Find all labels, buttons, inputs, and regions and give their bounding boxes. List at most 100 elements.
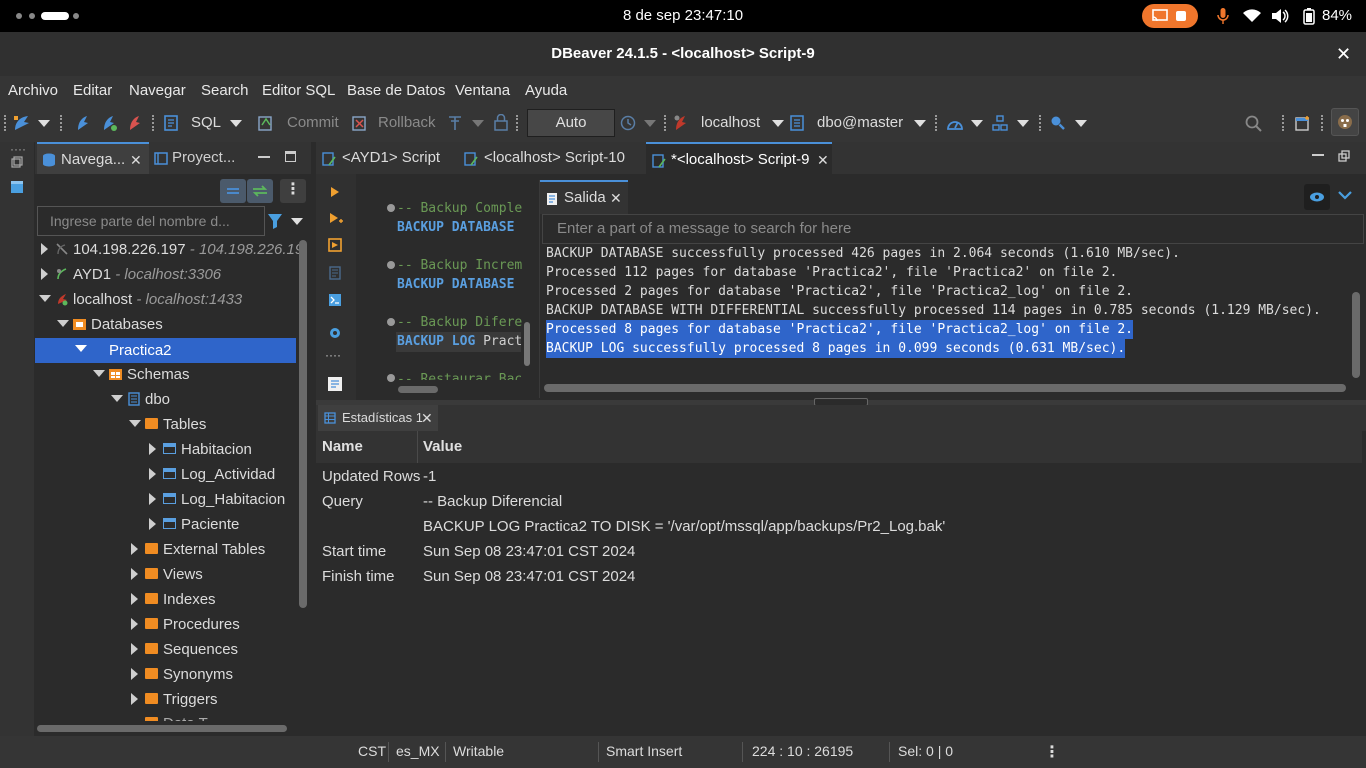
rollback-button[interactable]: Rollback (378, 114, 436, 131)
menu-base-de-datos[interactable]: Base de Datos (347, 82, 445, 99)
editor-vertical-scrollbar[interactable] (524, 322, 530, 366)
menu-navegar[interactable]: Navegar (129, 82, 186, 99)
tab-projects[interactable]: Proyect... (151, 142, 251, 174)
fold-marker[interactable] (387, 374, 395, 382)
execute-statement-icon[interactable] (330, 186, 340, 198)
sql-dropdown[interactable] (230, 120, 242, 127)
column-divider[interactable] (417, 431, 418, 463)
volume-icon[interactable] (1271, 8, 1289, 24)
editor-horizontal-scrollbar[interactable] (398, 386, 438, 393)
tab-ayd1-script[interactable]: <AYD1> Script (320, 142, 455, 174)
output-horizontal-scrollbar[interactable] (544, 384, 1346, 392)
commit-mode-selector[interactable]: Auto (527, 109, 615, 137)
search-db-icon[interactable] (1050, 115, 1066, 131)
close-icon[interactable]: ✕ (817, 144, 829, 176)
sql-button[interactable]: SQL (191, 114, 221, 131)
maximize-icon[interactable] (285, 151, 296, 162)
tab-output[interactable]: Salida ✕ (540, 180, 628, 214)
fold-marker[interactable] (387, 204, 395, 212)
active-datasource-selector[interactable]: localhost (701, 114, 760, 131)
commit-button[interactable]: Commit (287, 114, 339, 131)
erd-dropdown[interactable] (1017, 120, 1029, 127)
navigator-horizontal-scrollbar[interactable] (37, 725, 287, 732)
restore-icon[interactable] (1338, 150, 1350, 162)
navigator-vertical-scrollbar[interactable] (299, 240, 307, 608)
execute-new-tab-icon[interactable] (329, 212, 343, 226)
output-vertical-scrollbar[interactable] (1352, 292, 1360, 378)
lock-icon[interactable] (494, 114, 508, 131)
new-connection-dropdown[interactable] (38, 120, 50, 127)
status-more-icon[interactable]: ⋮ (1044, 742, 1060, 762)
battery-level[interactable]: 84% (1322, 7, 1352, 24)
connect-icon[interactable] (74, 114, 90, 132)
filter-icon[interactable] (267, 213, 283, 229)
minimize-icon[interactable] (1312, 154, 1324, 156)
perspective-icon[interactable] (1295, 115, 1311, 131)
more-icon[interactable]: ···· (325, 348, 341, 362)
menu-search[interactable]: Search (201, 82, 249, 99)
fold-marker[interactable] (387, 261, 395, 269)
fold-marker[interactable] (387, 318, 395, 326)
transaction-mode-icon[interactable] (448, 115, 462, 131)
dashboard-dropdown[interactable] (971, 120, 983, 127)
tab-localhost-script-9[interactable]: *<localhost> Script-9 ✕ (646, 142, 832, 174)
dashboard-icon[interactable] (946, 115, 964, 131)
collapse-all-button[interactable] (220, 179, 246, 203)
microphone-icon[interactable] (1217, 8, 1229, 25)
menu-editor-sql[interactable]: Editor SQL (262, 82, 335, 99)
active-schema-selector[interactable]: dbo@master (817, 114, 903, 131)
search-icon[interactable] (1245, 115, 1263, 133)
transaction-log-dropdown[interactable] (644, 120, 656, 127)
sql-editor-icon[interactable] (164, 115, 178, 131)
transaction-log-icon[interactable] (620, 115, 636, 131)
menu-editar[interactable]: Editar (73, 82, 112, 99)
close-icon[interactable]: ✕ (130, 144, 142, 176)
new-connection-icon[interactable] (12, 114, 32, 132)
column-header-value[interactable]: Value (423, 438, 462, 455)
screen-cast-indicator[interactable] (1142, 4, 1198, 28)
view-menu-button[interactable]: ⋮ (280, 179, 306, 203)
tab-database-navigator[interactable]: Navega... ✕ (37, 142, 149, 174)
wifi-icon[interactable] (1243, 9, 1261, 23)
terminal-icon[interactable] (328, 293, 342, 307)
transaction-mode-dropdown[interactable] (472, 120, 484, 127)
datasource-dropdown[interactable] (772, 120, 784, 127)
menu-ventana[interactable]: Ventana (455, 82, 510, 99)
disconnect-icon[interactable] (126, 114, 144, 132)
battery-icon[interactable] (1303, 8, 1315, 25)
dbeaver-perspective-button[interactable] (1331, 108, 1359, 136)
menu-archivo[interactable]: Archivo (8, 82, 58, 99)
column-header-name[interactable]: Name (322, 438, 363, 455)
restore-icon[interactable] (11, 156, 23, 168)
status-cursor-position[interactable]: 224 : 10 : 26195 (752, 743, 853, 759)
close-icon[interactable]: ✕ (610, 182, 622, 214)
navigator-filter-input[interactable]: Ingrese parte del nombre d... (37, 206, 265, 236)
datasource-icon[interactable] (672, 114, 688, 132)
erd-icon[interactable] (992, 115, 1008, 131)
explain-plan-icon[interactable] (328, 266, 342, 280)
minimize-icon[interactable] (258, 156, 270, 158)
link-editor-button[interactable] (247, 179, 273, 203)
window-close-button[interactable]: ✕ (1336, 44, 1351, 65)
commit-icon[interactable] (258, 115, 274, 131)
invalidate-icon[interactable] (100, 114, 118, 132)
output-search-input[interactable]: Enter a part of a message to search for … (542, 214, 1364, 244)
settings-icon[interactable] (328, 326, 342, 340)
schema-icon[interactable] (790, 115, 804, 131)
rollback-icon[interactable] (352, 115, 368, 131)
tab-localhost-script-10[interactable]: <localhost> Script-10 (462, 142, 642, 174)
tab-statistics-1[interactable]: Estadísticas 1 ✕ (318, 405, 438, 431)
close-icon[interactable]: ✕ (421, 405, 433, 431)
chevron-down-icon[interactable] (1338, 190, 1352, 200)
execute-script-icon[interactable] (328, 238, 342, 252)
window-title-bar[interactable]: DBeaver 24.1.5 - <localhost> Script-9 ✕ (0, 32, 1366, 76)
watch-output-button[interactable] (1304, 184, 1330, 210)
show-output-icon[interactable] (327, 376, 343, 392)
filter-dropdown[interactable] (291, 218, 303, 225)
status-insert-mode[interactable]: Smart Insert (606, 743, 682, 759)
tree-node-data-types[interactable]: Data T... (35, 713, 297, 721)
menu-ayuda[interactable]: Ayuda (525, 82, 567, 99)
search-db-dropdown[interactable] (1075, 120, 1087, 127)
properties-view-icon[interactable] (10, 180, 24, 194)
schema-dropdown[interactable] (914, 120, 926, 127)
